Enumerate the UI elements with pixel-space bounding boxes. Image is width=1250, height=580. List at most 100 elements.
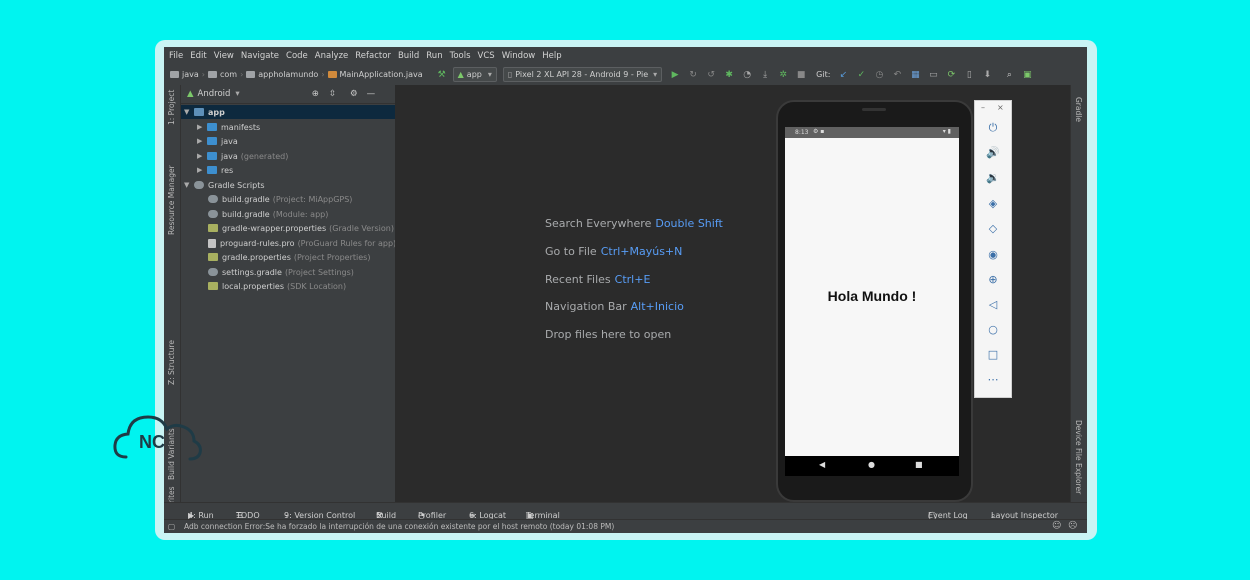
rotate-left-icon[interactable]: ◈: [975, 197, 1011, 210]
happy-face-icon[interactable]: ☺: [1052, 521, 1061, 531]
gradle-icon: [208, 195, 218, 203]
menu-navigate[interactable]: Navigate: [241, 51, 279, 61]
tree-item-build-gradle-module[interactable]: build.gradle (Module: app): [208, 207, 328, 221]
menu-tools[interactable]: Tools: [450, 51, 471, 61]
locate-icon[interactable]: ⊕: [312, 89, 319, 99]
assistant-icon[interactable]: ▣: [1022, 70, 1032, 80]
chevron-down-icon: ▾: [653, 70, 658, 79]
toggle-tool-windows-icon[interactable]: ▢: [168, 522, 175, 531]
more-icon[interactable]: ⋯: [975, 373, 1011, 386]
tree-item-java-generated[interactable]: ▶ java (generated): [181, 149, 288, 163]
app-text-view: Hola Mundo !: [827, 288, 917, 304]
tab-project[interactable]: 1: Project: [167, 90, 176, 125]
hammer-icon[interactable]: ⚒: [437, 70, 447, 80]
project-view-selector[interactable]: Android: [198, 89, 231, 99]
tab-device-file-explorer[interactable]: Device File Explorer: [1074, 420, 1083, 494]
menu-build[interactable]: Build: [398, 51, 419, 61]
run-config-select[interactable]: ▲ app ▾: [452, 67, 497, 82]
minimize-icon[interactable]: —: [367, 89, 376, 99]
menu-refactor[interactable]: Refactor: [355, 51, 391, 61]
menu-file[interactable]: File: [169, 51, 183, 61]
menu-view[interactable]: View: [214, 51, 234, 61]
attach-debugger-icon[interactable]: ⤓: [760, 70, 770, 80]
overview-icon[interactable]: □: [975, 348, 1011, 361]
settings-notif-icon: ⚙ ▪: [813, 128, 825, 135]
debug-icon[interactable]: ✱: [724, 70, 734, 80]
home-icon[interactable]: ○: [975, 323, 1011, 336]
breadcrumb-package[interactable]: appholamundo: [258, 70, 318, 79]
sync-gradle-icon[interactable]: ⟳: [946, 70, 956, 80]
menu-vcs[interactable]: VCS: [478, 51, 495, 61]
debug-attach-icon[interactable]: ✲: [778, 70, 788, 80]
tree-item-res[interactable]: ▶ res: [181, 163, 233, 177]
tree-item-label: settings.gradle: [222, 267, 282, 277]
emulator-control-panel: – × ⏻ 🔊 🔉 ◈ ◇ ◉ ⊕ ◁ ○ □ ⋯: [974, 100, 1012, 398]
breadcrumb: java › com › appholamundo › MainApplicat…: [170, 70, 423, 79]
back-icon[interactable]: ◀: [819, 460, 825, 469]
tree-item-gradle-scripts[interactable]: ▼ Gradle Scripts: [181, 178, 265, 192]
tab-resource-manager[interactable]: Resource Manager: [167, 165, 176, 235]
overview-icon[interactable]: ■: [915, 460, 923, 469]
android-icon: ▲: [457, 70, 464, 79]
folder-icon: [207, 137, 217, 145]
menu-run[interactable]: Run: [426, 51, 442, 61]
tree-item-label: gradle-wrapper.properties: [222, 223, 327, 233]
sdk-manager-icon[interactable]: ⬇: [982, 70, 992, 80]
breadcrumb-file[interactable]: MainApplication.java: [340, 70, 423, 79]
tree-item-build-gradle-project[interactable]: build.gradle (Project: MiAppGPS): [208, 192, 352, 206]
tree-item-gradle-wrapper[interactable]: gradle-wrapper.properties (Gradle Versio…: [208, 221, 394, 235]
search-icon[interactable]: ⌕: [1004, 70, 1014, 80]
phone-screen[interactable]: Hola Mundo !: [785, 138, 959, 456]
tab-gradle[interactable]: Gradle: [1074, 97, 1083, 122]
rollback-icon[interactable]: ↶: [892, 70, 902, 80]
tree-item-settings-gradle[interactable]: settings.gradle (Project Settings): [208, 265, 354, 279]
history-icon[interactable]: ◷: [874, 70, 884, 80]
tree-item-label: build.gradle: [222, 194, 270, 204]
menu-analyze[interactable]: Analyze: [315, 51, 349, 61]
close-icon[interactable]: ×: [997, 103, 1004, 112]
git-update-icon[interactable]: ↙: [838, 70, 848, 80]
breadcrumb-com[interactable]: com: [220, 70, 237, 79]
camera-icon[interactable]: ◉: [975, 248, 1011, 261]
chevron-down-icon: ▾: [487, 70, 492, 79]
profile-icon[interactable]: ◔: [742, 70, 752, 80]
chevron-down-icon[interactable]: ▾: [235, 89, 239, 99]
tree-item-gradle-properties[interactable]: gradle.properties (Project Properties): [208, 250, 370, 264]
tree-item-manifests[interactable]: ▶ manifests: [181, 120, 260, 134]
collapse-all-icon[interactable]: ⇳: [329, 89, 336, 99]
volume-up-icon[interactable]: 🔊: [975, 146, 1011, 159]
rotate-right-icon[interactable]: ◇: [975, 222, 1011, 235]
home-icon[interactable]: ●: [868, 460, 875, 469]
menu-window[interactable]: Window: [502, 51, 536, 61]
back-icon[interactable]: ◁: [975, 298, 1011, 311]
tree-item-local-properties[interactable]: local.properties (SDK Location): [208, 279, 346, 293]
volume-down-icon[interactable]: 🔉: [975, 171, 1011, 184]
menu-code[interactable]: Code: [286, 51, 308, 61]
device-select[interactable]: ▯ Pixel 2 XL API 28 - Android 9 - Pie ▾: [502, 67, 663, 82]
power-icon[interactable]: ⏻: [975, 121, 1011, 135]
tree-item-app[interactable]: ▼ app: [181, 105, 395, 119]
nc-cloud-logo: NC: [112, 405, 204, 467]
gear-icon[interactable]: ⚙: [350, 89, 358, 99]
git-commit-icon[interactable]: ✓: [856, 70, 866, 80]
tree-item-java[interactable]: ▶ java: [181, 134, 238, 148]
tab-structure[interactable]: Z: Structure: [167, 340, 176, 385]
menu-edit[interactable]: Edit: [190, 51, 206, 61]
tree-item-proguard[interactable]: proguard-rules.pro (ProGuard Rules for a…: [208, 236, 396, 250]
breadcrumb-java[interactable]: java: [182, 70, 199, 79]
avd-manager-icon[interactable]: ▯: [964, 70, 974, 80]
apply-changes-icon[interactable]: ↻: [688, 70, 698, 80]
phone-status-bar: 8:13 ⚙ ▪ ▾ ▮: [785, 127, 959, 138]
apply-code-changes-icon[interactable]: ↺: [706, 70, 716, 80]
tree-item-label: local.properties: [222, 281, 285, 291]
sad-face-icon[interactable]: ☹: [1068, 521, 1077, 531]
layout-icon[interactable]: ▭: [928, 70, 938, 80]
hint-go-to-file: Go to File Ctrl+Mayús+N: [545, 245, 682, 258]
stop-icon[interactable]: ■: [796, 70, 806, 80]
run-icon[interactable]: ▶: [670, 70, 680, 80]
minimize-icon[interactable]: –: [981, 103, 985, 112]
zoom-icon[interactable]: ⊕: [975, 273, 1011, 286]
project-structure-icon[interactable]: ▦: [910, 70, 920, 80]
tree-item-label: build.gradle: [222, 209, 270, 219]
menu-help[interactable]: Help: [542, 51, 561, 61]
